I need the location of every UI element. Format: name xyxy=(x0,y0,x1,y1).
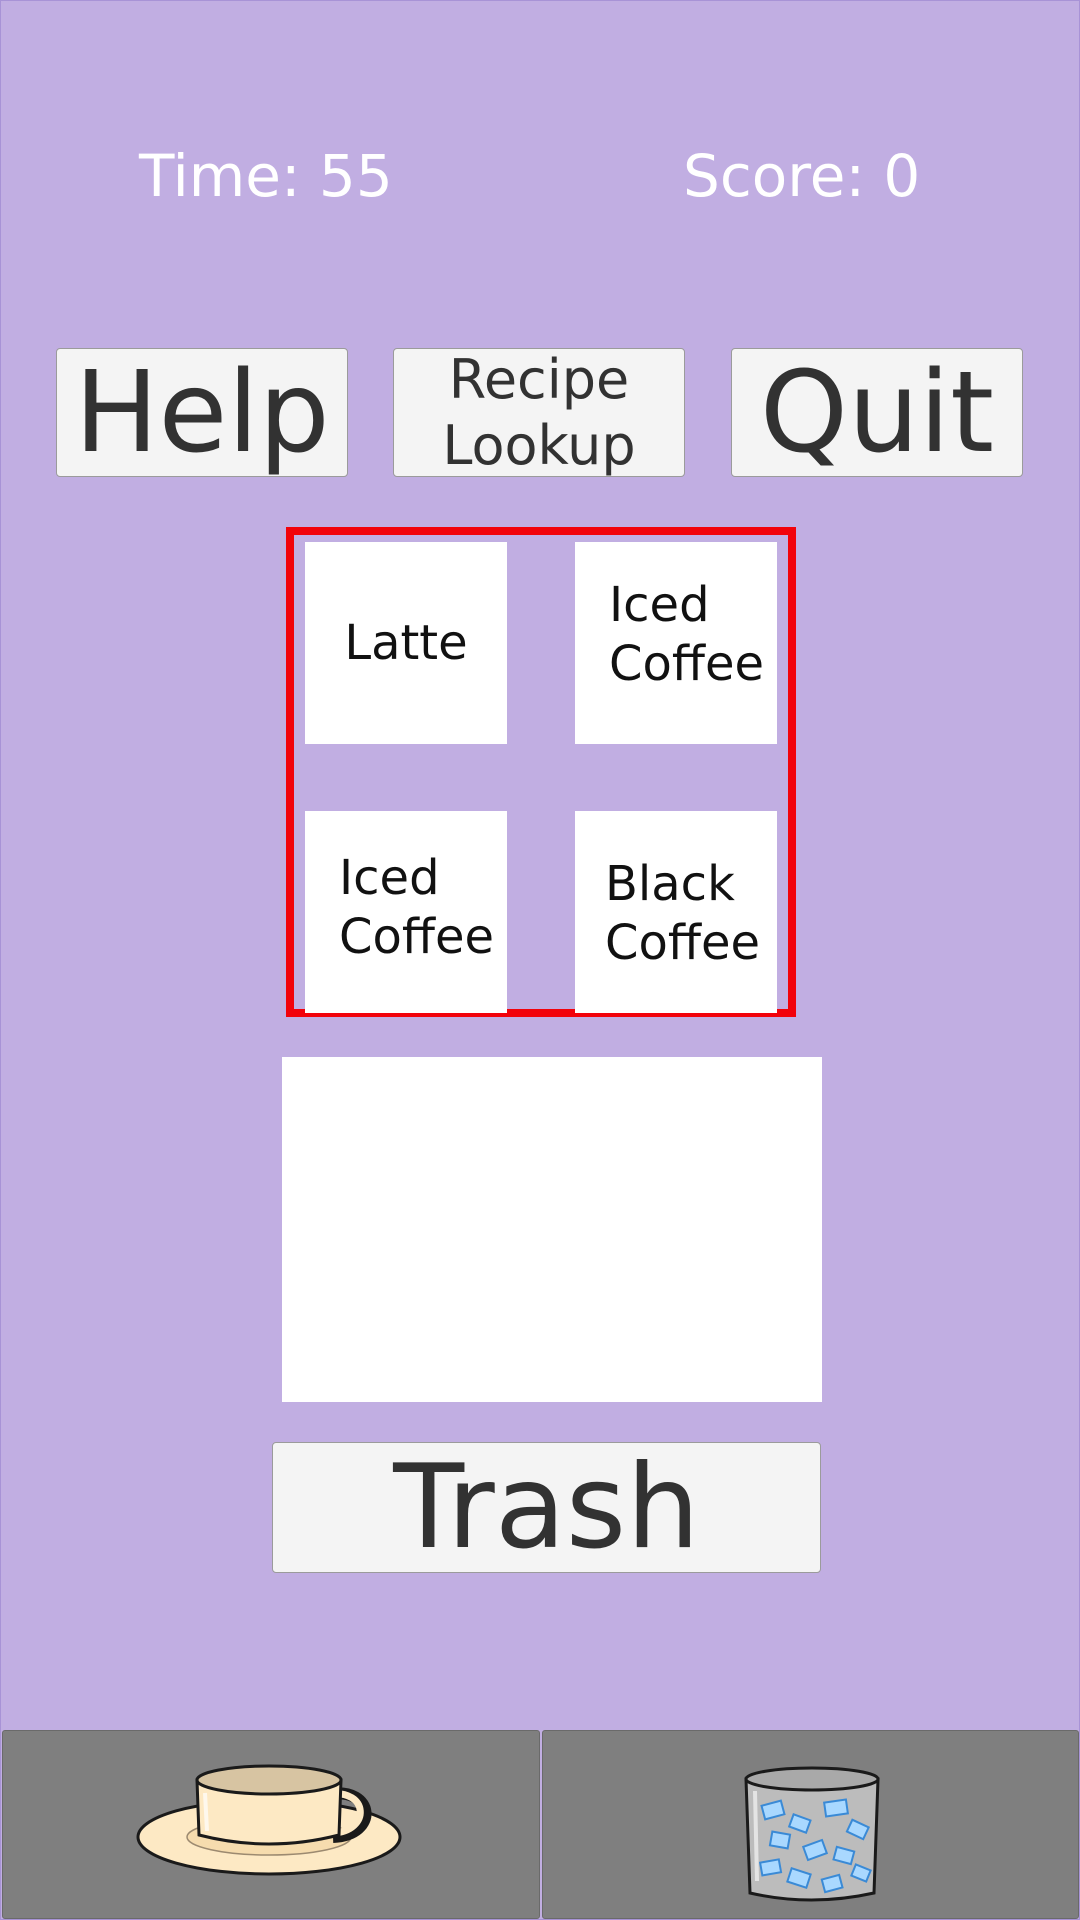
order-card[interactable]: Black Coffee xyxy=(575,811,777,1013)
score-display: Score: 0 xyxy=(683,142,921,210)
game-screen: Time: 55 Score: 0 Help Recipe Lookup Qui… xyxy=(0,0,1080,1920)
order-grid: Latte Iced Coffee Iced Coffee Black Coff… xyxy=(286,527,796,1017)
order-card[interactable]: Latte xyxy=(305,542,507,744)
ingredient-slot-cup[interactable] xyxy=(2,1730,540,1919)
ingredient-slot-ice[interactable] xyxy=(542,1730,1079,1919)
trash-button[interactable]: Trash xyxy=(272,1440,821,1575)
order-card[interactable]: Iced Coffee xyxy=(575,542,777,744)
time-display: Time: 55 xyxy=(139,142,393,210)
help-button[interactable]: Help xyxy=(56,348,348,478)
order-card[interactable]: Iced Coffee xyxy=(305,811,507,1013)
coffee-cup-icon xyxy=(136,1764,402,1876)
quit-button[interactable]: Quit xyxy=(731,348,1023,478)
drink-prep-area[interactable] xyxy=(282,1057,822,1402)
recipe-lookup-button[interactable]: Recipe Lookup xyxy=(393,348,685,477)
ice-glass-icon xyxy=(744,1766,880,1902)
